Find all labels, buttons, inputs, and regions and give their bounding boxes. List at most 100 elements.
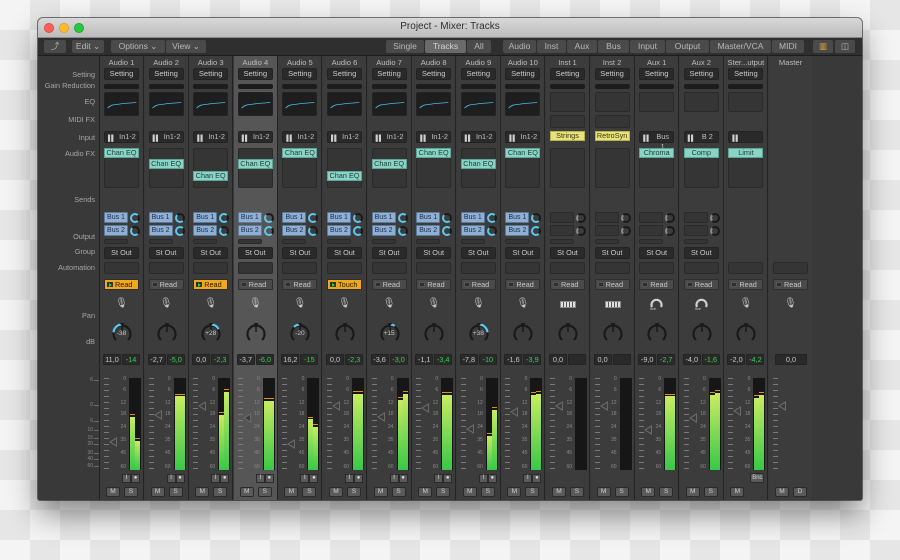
audio-fx-plugin[interactable]: Comp — [683, 148, 719, 158]
input-slot[interactable]: ▌▌ In1-2 — [282, 131, 318, 143]
group-slot[interactable] — [104, 262, 139, 274]
send-level-knob[interactable] — [308, 213, 319, 223]
empty-send-slot[interactable] — [594, 239, 619, 244]
setting-button[interactable]: Setting — [104, 68, 139, 80]
pan-knob[interactable] — [691, 322, 713, 344]
volume-readout[interactable]: 0,0 — [593, 354, 612, 365]
input-monitor-button[interactable]: I — [523, 474, 533, 483]
eq-thumbnail[interactable] — [505, 92, 541, 116]
instrument-slot[interactable]: Strings — [550, 131, 585, 141]
input-slot[interactable]: ▌▌ In1-2 — [460, 131, 496, 143]
send-level-knob[interactable] — [486, 226, 497, 236]
volume-readout[interactable]: -2,0 — [727, 354, 746, 365]
audio-fx-plugin[interactable]: Chan EQ — [282, 148, 318, 158]
volume-readout[interactable]: -2,7 — [147, 354, 166, 365]
automation-mode[interactable]: Read — [683, 279, 719, 290]
send-slot[interactable] — [683, 212, 708, 223]
volume-fader[interactable] — [733, 406, 742, 417]
mute-button[interactable]: M — [730, 487, 745, 497]
group-slot[interactable] — [460, 262, 496, 274]
view-mode-single[interactable]: Single — [386, 40, 424, 53]
solo-button[interactable]: S — [302, 487, 317, 497]
empty-send-slot[interactable] — [327, 239, 351, 244]
audio-fx-area[interactable] — [193, 148, 229, 188]
record-enable-button[interactable]: ● — [532, 474, 542, 483]
send-slot[interactable] — [594, 225, 619, 236]
output-slot[interactable]: St Out — [282, 247, 318, 259]
send-slot[interactable]: Bus 1 — [416, 212, 441, 223]
mute-button[interactable]: M — [150, 487, 165, 497]
group-slot[interactable] — [416, 262, 452, 274]
automation-mode[interactable]: Read — [550, 279, 585, 290]
channel-strip[interactable]: Audio 2 Setting ▌▌ In1-2 Chan EQ Bus 1 Bus 2 St… — [144, 56, 189, 500]
volume-readout[interactable]: -3,6 — [370, 354, 389, 365]
audio-fx-plugin[interactable]: Chroma — [639, 148, 675, 158]
channel-strip[interactable]: Audio 1 Setting ▌▌ In1-2 Chan EQ Bus 1 Bus 2 St… — [100, 56, 144, 500]
group-slot[interactable] — [327, 262, 362, 274]
record-enable-button[interactable]: ● — [398, 474, 408, 483]
empty-send-slot[interactable] — [683, 239, 708, 244]
output-slot[interactable]: St Out — [460, 247, 496, 259]
group-slot[interactable] — [639, 262, 675, 274]
view-mode-all[interactable]: All — [467, 40, 491, 53]
input-monitor-button[interactable]: I — [478, 474, 488, 483]
audio-fx-plugin[interactable]: Chan EQ — [104, 148, 139, 158]
volume-fader[interactable] — [688, 412, 697, 423]
group-slot[interactable] — [683, 262, 719, 274]
send-slot[interactable]: Bus 1 — [148, 212, 173, 223]
send-slot[interactable]: Bus 2 — [237, 225, 262, 236]
channel-strip[interactable]: Audio 3 Setting ▌▌ In1-2 Chan EQ Bus 1 Bus 2 St… — [189, 56, 234, 500]
group-slot[interactable] — [148, 262, 184, 274]
empty-send-slot[interactable] — [282, 239, 307, 244]
input-slot[interactable]: ▌▌ In1-2 — [371, 131, 407, 143]
empty-send-slot[interactable] — [639, 239, 664, 244]
record-enable-button[interactable]: ● — [309, 474, 319, 483]
peak-readout[interactable]: -3,4 — [434, 354, 453, 365]
peak-readout[interactable] — [612, 354, 631, 365]
empty-send-slot[interactable] — [505, 239, 530, 244]
automation-mode[interactable]: Read — [773, 279, 808, 290]
group-slot[interactable] — [282, 262, 318, 274]
eq-thumbnail[interactable] — [282, 92, 318, 116]
peak-readout[interactable]: -2,7 — [657, 354, 676, 365]
mute-button[interactable]: M — [284, 487, 299, 497]
solo-button[interactable]: S — [168, 487, 183, 497]
peak-readout[interactable]: -3,9 — [523, 354, 542, 365]
send-level-knob[interactable] — [174, 226, 185, 236]
audio-fx-area[interactable] — [550, 148, 585, 188]
pan-knob[interactable] — [735, 322, 757, 344]
channel-strip[interactable]: Audio 9 Setting ▌▌ In1-2 Chan EQ Bus 1 Bus 2 St… — [456, 56, 501, 500]
volume-readout[interactable]: 0,0 — [192, 354, 211, 365]
input-monitor-button[interactable]: I — [211, 474, 221, 483]
send-slot[interactable]: Bus 2 — [371, 225, 396, 236]
record-enable-button[interactable]: ● — [175, 474, 185, 483]
send-level-knob[interactable] — [353, 226, 363, 236]
peak-readout[interactable]: -4,2 — [746, 354, 765, 365]
audio-fx-area[interactable] — [327, 148, 362, 188]
audio-fx-area[interactable] — [594, 148, 630, 188]
input-monitor-button[interactable]: I — [122, 474, 131, 483]
automation-mode[interactable]: Touch — [327, 279, 362, 290]
eq-thumbnail[interactable] — [460, 92, 496, 116]
volume-fader[interactable] — [778, 400, 786, 411]
send-slot[interactable]: Bus 1 — [505, 212, 530, 223]
send-slot[interactable]: Bus 2 — [282, 225, 307, 236]
pan-knob[interactable] — [602, 322, 624, 344]
view-mode-tracks[interactable]: Tracks — [425, 40, 466, 53]
send-slot[interactable]: Bus 1 — [327, 212, 351, 223]
channel-strip[interactable]: Audio 6 Setting ▌▌ In1-2 Chan EQ Bus 1 Bus 2 St… — [323, 56, 367, 500]
send-slot[interactable] — [683, 225, 708, 236]
automation-mode[interactable]: Read — [594, 279, 630, 290]
solo-button[interactable]: S — [347, 487, 361, 497]
setting-button[interactable]: Setting — [728, 68, 764, 80]
volume-fader[interactable] — [599, 400, 608, 411]
input-monitor-button[interactable]: I — [255, 474, 265, 483]
input-monitor-button[interactable]: I — [389, 474, 399, 483]
narrow-channel-icon[interactable]: ◫ — [835, 40, 855, 53]
group-slot[interactable] — [371, 262, 407, 274]
record-enable-button[interactable]: ● — [220, 474, 230, 483]
peak-readout[interactable] — [568, 354, 586, 365]
send-level-knob[interactable] — [219, 213, 230, 223]
send-level-knob[interactable] — [219, 226, 230, 236]
send-slot[interactable]: Bus 2 — [327, 225, 351, 236]
